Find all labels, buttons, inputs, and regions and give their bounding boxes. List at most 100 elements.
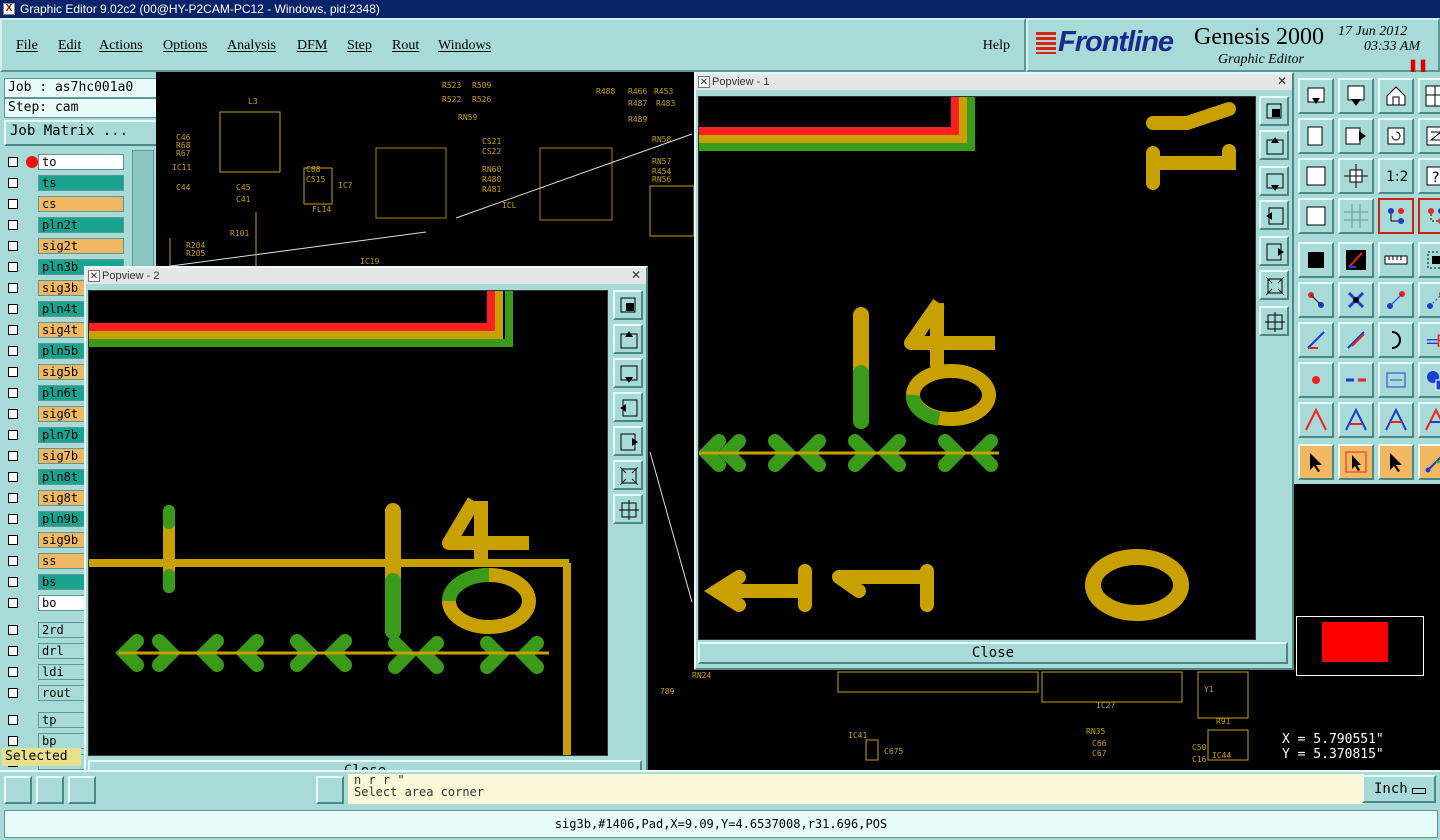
edit-icon[interactable] <box>68 776 96 804</box>
tool-help-icon[interactable]: ? <box>1418 158 1440 194</box>
layer-checkbox[interactable] <box>8 577 18 587</box>
tool-measure-icon[interactable] <box>1378 362 1414 398</box>
tool-grid-icon[interactable] <box>1298 158 1334 194</box>
menu-step[interactable]: Step <box>347 38 372 54</box>
layer-checkbox[interactable] <box>8 283 18 293</box>
tool-arc-icon[interactable] <box>1378 322 1414 358</box>
popview-1-pan-right-button[interactable] <box>1259 236 1289 266</box>
tool-grid-snap-icon[interactable] <box>1338 198 1374 234</box>
tool-pad-add-icon[interactable] <box>1298 362 1334 398</box>
layer-checkbox[interactable] <box>8 220 18 230</box>
tool-pointer-a-icon[interactable] <box>1298 444 1334 480</box>
layer-name[interactable]: cs <box>38 196 124 212</box>
tool-down-icon[interactable] <box>1338 78 1374 114</box>
layer-checkbox[interactable] <box>8 493 18 503</box>
tool-add-point-icon[interactable] <box>1418 282 1440 318</box>
layer-row-to[interactable]: to <box>4 154 126 171</box>
layer-checkbox[interactable] <box>8 514 18 524</box>
menu-analysis[interactable]: Analysis <box>227 38 276 54</box>
menu-dfm[interactable]: DFM <box>297 38 327 54</box>
tool-draw-line-icon[interactable] <box>1338 242 1374 278</box>
tool-move-point-icon[interactable] <box>1378 282 1414 318</box>
tool-pad-icon[interactable] <box>1298 242 1334 278</box>
tool-move-right-icon[interactable] <box>1338 118 1374 154</box>
layer-name[interactable]: pln2t <box>38 217 124 233</box>
tool-flip-text-icon[interactable]: =F <box>1418 322 1440 358</box>
command-history-icon[interactable] <box>316 776 344 804</box>
layer-name[interactable]: sig2t <box>38 238 124 254</box>
popview-2-pan-left-button[interactable] <box>613 392 643 422</box>
command-field[interactable]: n r r " Select area corner <box>348 774 1364 804</box>
popview-1-zoom-fit-button[interactable] <box>1259 270 1289 300</box>
layer-checkbox[interactable] <box>8 472 18 482</box>
popview-1-pan-center-button[interactable] <box>1259 306 1289 336</box>
layer-checkbox[interactable] <box>8 199 18 209</box>
menu-options[interactable]: Options <box>163 38 207 54</box>
tool-window-icon[interactable] <box>1418 78 1440 114</box>
layer-row-pln2t[interactable]: pln2t <box>4 217 126 234</box>
layer-checkbox[interactable] <box>8 646 18 656</box>
layer-checkbox[interactable] <box>8 241 18 251</box>
tool-route-icon[interactable] <box>1418 444 1440 480</box>
tool-save-icon[interactable] <box>1298 78 1334 114</box>
layer-row-cs[interactable]: cs <box>4 196 126 213</box>
tool-split-icon[interactable] <box>1338 362 1374 398</box>
layer-checkbox[interactable] <box>8 556 18 566</box>
layer-checkbox[interactable] <box>8 688 18 698</box>
layer-checkbox[interactable] <box>8 262 18 272</box>
tool-trace-up-icon[interactable] <box>1298 402 1334 438</box>
layer-checkbox[interactable] <box>8 367 18 377</box>
tool-trace-a-icon[interactable] <box>1338 402 1374 438</box>
layer-checkbox[interactable] <box>8 325 18 335</box>
popview-1-close-icon[interactable]: ✕ <box>1275 75 1289 88</box>
popview-1-pan-left-button[interactable] <box>1259 200 1289 230</box>
tool-net-select-icon[interactable] <box>1418 198 1440 234</box>
tool-select-box-icon[interactable] <box>1418 242 1440 278</box>
tool-connect-icon[interactable] <box>1298 282 1334 318</box>
popview-2-pan-down-button[interactable] <box>613 358 643 388</box>
popview-2-pan-up-button[interactable] <box>613 324 643 354</box>
tool-pointer-c-icon[interactable] <box>1378 444 1414 480</box>
job-matrix-button[interactable]: Job Matrix ... <box>4 120 158 146</box>
layer-name[interactable]: to <box>38 154 124 170</box>
menu-rout[interactable]: Rout <box>392 38 419 54</box>
pause-icon[interactable]: ❚❚ <box>1408 58 1428 72</box>
layer-row-sig2t[interactable]: sig2t <box>4 238 126 255</box>
menu-file[interactable]: File <box>16 38 38 54</box>
popview-1-pan-up-button[interactable] <box>1259 130 1289 160</box>
popview-2-close-icon[interactable]: ✕ <box>629 269 643 282</box>
popview-2-pan-right-button[interactable] <box>613 426 643 456</box>
tool-delete-icon[interactable] <box>1338 282 1374 318</box>
layer-checkbox[interactable] <box>8 736 18 746</box>
layer-checkbox[interactable] <box>8 304 18 314</box>
layer-checkbox[interactable] <box>8 715 18 725</box>
overview-panel[interactable] <box>1294 488 1440 726</box>
layer-checkbox[interactable] <box>8 157 18 167</box>
layer-checkbox[interactable] <box>8 535 18 545</box>
layer-checkbox[interactable] <box>8 409 18 419</box>
tool-line-edit-icon[interactable] <box>1298 322 1334 358</box>
tool-line-icon[interactable] <box>1338 322 1374 358</box>
layer-checkbox[interactable] <box>8 346 18 356</box>
tool-mirror-icon[interactable] <box>1418 118 1440 154</box>
menu-edit[interactable]: Edit <box>58 38 81 54</box>
layer-checkbox[interactable] <box>8 451 18 461</box>
menu-help[interactable]: Help <box>983 38 1010 54</box>
popview-2-canvas[interactable] <box>88 290 608 756</box>
tool-scale-icon[interactable]: 1:2 <box>1378 158 1414 194</box>
layer-checkbox[interactable] <box>8 178 18 188</box>
tool-trace-b-icon[interactable] <box>1378 402 1414 438</box>
popview-1-pan-down-button[interactable] <box>1259 166 1289 196</box>
popview-1-zoom-window-button[interactable] <box>1259 96 1289 126</box>
tool-ruler-icon[interactable] <box>1378 242 1414 278</box>
popview-2-pan-center-button[interactable] <box>613 494 643 524</box>
snap-icon[interactable] <box>4 776 32 804</box>
units-select[interactable]: Inch <box>1362 775 1436 803</box>
layer-checkbox[interactable] <box>8 598 18 608</box>
tool-layers-icon[interactable] <box>1298 198 1334 234</box>
menu-windows[interactable]: Windows <box>438 38 491 54</box>
tool-crosshair-icon[interactable] <box>1338 158 1374 194</box>
menu-actions[interactable]: Actions <box>99 38 143 54</box>
popview-1-close-button[interactable]: Close <box>698 642 1288 664</box>
tool-shapes-icon[interactable] <box>1418 362 1440 398</box>
